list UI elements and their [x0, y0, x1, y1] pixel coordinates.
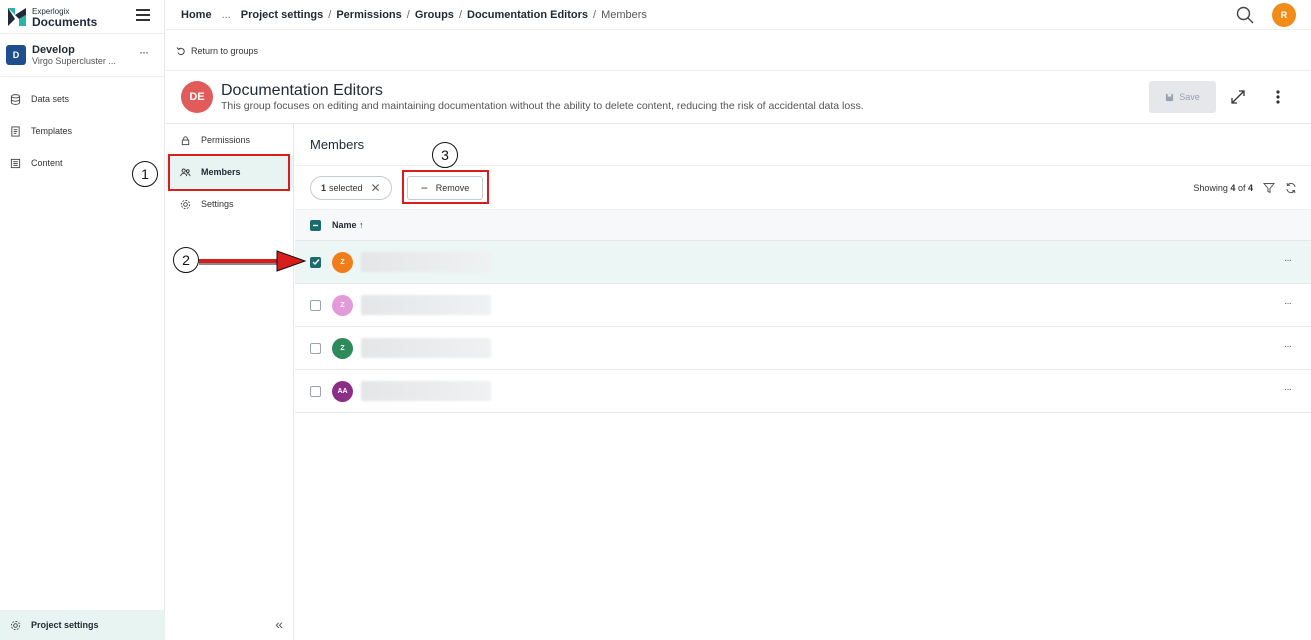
logo-text: Experlogix Documents: [32, 7, 98, 29]
sidebar-item-templates[interactable]: Templates: [0, 115, 164, 147]
row-more-icon[interactable]: ···: [1284, 341, 1292, 352]
document-icon: [11, 125, 20, 137]
lock-icon: [181, 135, 190, 145]
group-avatar: DE: [181, 81, 213, 113]
tab-label: Permissions: [201, 135, 251, 145]
avatar: Z: [332, 294, 353, 316]
filter-icon[interactable]: [1263, 182, 1275, 194]
showing-total: 4: [1247, 183, 1253, 193]
row-more-icon[interactable]: ···: [1284, 298, 1292, 309]
gear-icon: [180, 199, 191, 209]
annotation-number-2: 2: [173, 247, 199, 273]
breadcrumb-separator: /: [458, 8, 462, 21]
project-badge: D: [6, 45, 26, 65]
annotation-box-members: [168, 154, 290, 191]
row-more-icon[interactable]: ···: [1284, 255, 1292, 266]
selected-suffix: selected: [329, 183, 363, 193]
annotation-number-1: 1: [132, 161, 158, 187]
group-subnav: Permissions Members Settings «: [166, 124, 294, 640]
logo-big-text: Documents: [32, 14, 98, 29]
table-row[interactable]: Z ···: [295, 284, 1311, 327]
project-name: Develop: [32, 44, 75, 56]
sidebar-item-data-sets[interactable]: Data sets: [0, 83, 164, 115]
breadcrumb: Home ... Project settings / Permissions …: [166, 0, 1311, 30]
avatar: AA: [332, 380, 353, 402]
breadcrumb-project-settings[interactable]: Project settings: [241, 9, 324, 21]
logo-row: Experlogix Documents: [0, 0, 164, 34]
row-more-icon[interactable]: ···: [1284, 384, 1292, 395]
column-header-name[interactable]: Name ↑: [332, 220, 364, 230]
sidebar-item-project-settings[interactable]: Project settings: [0, 610, 165, 640]
project-more-icon[interactable]: ···: [139, 45, 149, 59]
group-header: DE Documentation Editors This group focu…: [166, 71, 1311, 124]
save-icon: [1166, 93, 1174, 101]
annotation-box-remove: [402, 170, 489, 204]
showing-prefix: Showing: [1193, 183, 1228, 193]
gear-icon: [10, 620, 21, 630]
clear-selection-icon[interactable]: ✕: [371, 181, 381, 195]
redacted-member-name: [361, 338, 491, 358]
database-icon: [10, 93, 21, 105]
selected-chip[interactable]: 1 selected ✕: [310, 176, 392, 200]
user-avatar[interactable]: R: [1272, 3, 1296, 27]
breadcrumb-group[interactable]: Documentation Editors: [467, 9, 588, 21]
breadcrumb-permissions[interactable]: Permissions: [336, 9, 401, 21]
page-title: Documentation Editors: [221, 82, 383, 99]
save-label: Save: [1179, 92, 1200, 102]
refresh-icon[interactable]: [1285, 182, 1297, 194]
sidebar-item-label: Templates: [31, 126, 73, 136]
return-to-groups-link[interactable]: Return to groups: [166, 31, 1311, 71]
hamburger-menu-icon[interactable]: [136, 9, 150, 21]
redacted-member-name: [361, 295, 491, 315]
breadcrumb-groups[interactable]: Groups: [415, 9, 454, 21]
showing-count: Showing 4 of 4: [1193, 183, 1253, 193]
project-subtitle: Virgo Supercluster ...: [32, 56, 116, 66]
sidebar-item-label: Content: [31, 158, 63, 168]
collapse-chevrons-icon[interactable]: «: [275, 616, 283, 632]
undo-icon: [176, 46, 185, 55]
table-row[interactable]: AA ···: [295, 370, 1311, 413]
tab-permissions[interactable]: Permissions: [166, 124, 293, 156]
expand-icon[interactable]: [1229, 88, 1247, 106]
table-row[interactable]: Z ···: [295, 241, 1311, 284]
left-sidebar: Experlogix Documents D Develop Virgo Sup…: [0, 0, 165, 640]
save-button[interactable]: Save: [1149, 81, 1216, 113]
row-checkbox[interactable]: [310, 385, 321, 397]
showing-count-value: 4: [1230, 183, 1236, 193]
showing-of: of: [1237, 183, 1246, 193]
sidebar-item-label: Project settings: [31, 620, 99, 630]
breadcrumb-separator: /: [593, 8, 597, 21]
search-icon[interactable]: [1236, 6, 1254, 24]
experlogix-logo-icon: [8, 7, 26, 26]
breadcrumb-home[interactable]: Home: [181, 9, 212, 21]
breadcrumb-current: Members: [601, 8, 647, 21]
avatar: Z: [332, 337, 353, 359]
return-label: Return to groups: [191, 45, 259, 56]
annotation-number-3: 3: [432, 142, 458, 168]
redacted-member-name: [361, 252, 491, 272]
row-checkbox[interactable]: [310, 256, 321, 268]
selected-count: 1: [321, 183, 327, 193]
row-checkbox[interactable]: [310, 299, 321, 311]
avatar: Z: [332, 251, 353, 273]
row-checkbox[interactable]: [310, 342, 321, 354]
table-header: Name ↑: [295, 210, 1311, 241]
content-icon: [10, 158, 21, 168]
breadcrumb-separator: /: [406, 8, 410, 21]
annotation-arrow-icon: [199, 250, 307, 272]
tab-settings[interactable]: Settings: [166, 188, 293, 220]
redacted-member-name: [361, 381, 491, 401]
sidebar-item-label: Data sets: [31, 94, 70, 104]
select-all-checkbox[interactable]: [310, 219, 321, 231]
breadcrumb-separator: /: [328, 8, 332, 21]
more-vertical-icon[interactable]: [1273, 88, 1283, 106]
breadcrumb-ellipsis[interactable]: ...: [222, 9, 231, 21]
project-switcher[interactable]: D Develop Virgo Supercluster ... ···: [0, 34, 164, 77]
tab-label: Settings: [201, 199, 234, 209]
table-row[interactable]: Z ···: [295, 327, 1311, 370]
group-description: This group focuses on editing and mainta…: [221, 100, 864, 112]
